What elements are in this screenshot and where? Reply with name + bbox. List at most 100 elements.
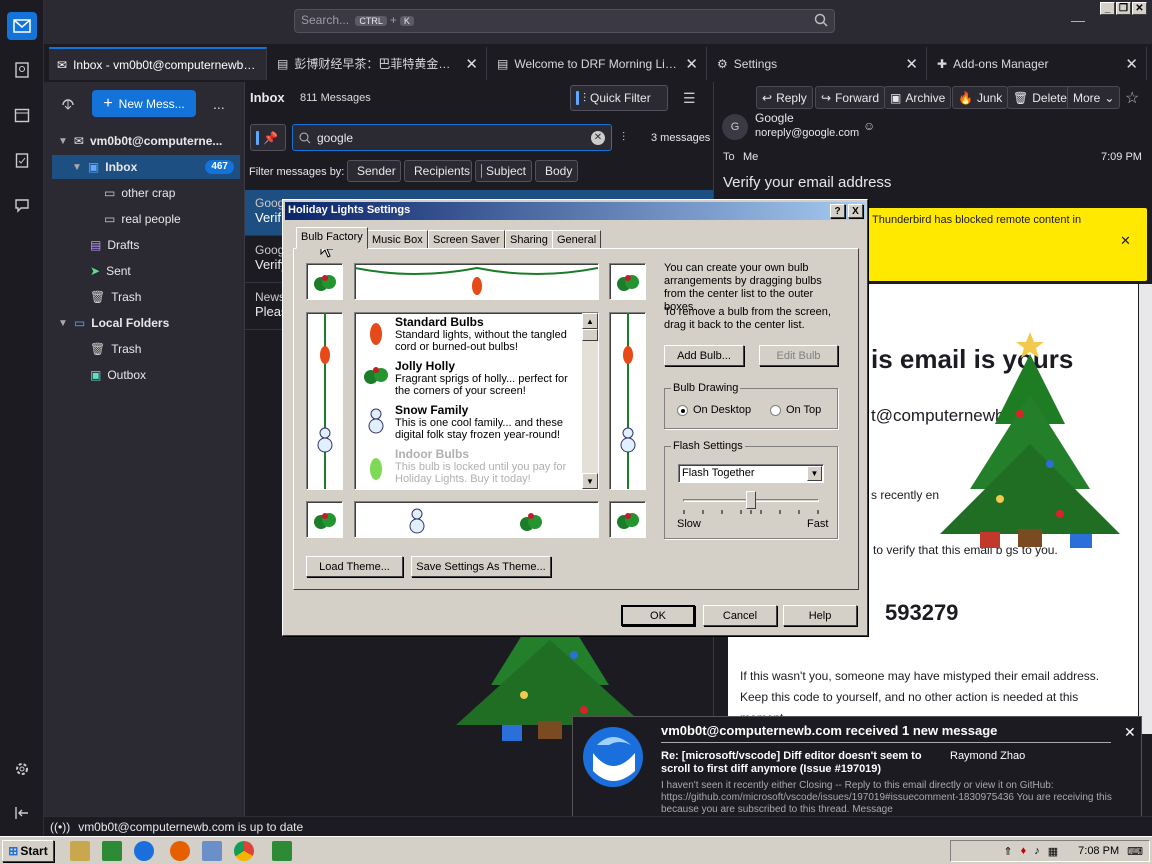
close-notice-icon[interactable]: ✕	[1120, 233, 1131, 249]
add-bulb-button[interactable]: Add Bulb...	[664, 345, 744, 366]
filter-recipients-toggle[interactable]: Recipients	[404, 160, 472, 182]
on-top-radio[interactable]: On Top	[770, 404, 821, 416]
tab-screen-saver[interactable]: Screen Saver	[428, 230, 505, 249]
filter-subject-toggle[interactable]: Subject	[475, 160, 532, 182]
tab-sharing[interactable]: Sharing	[505, 230, 553, 249]
filter-body-toggle[interactable]: Body	[535, 160, 578, 182]
holiday-lights-taskbar-icon[interactable]	[102, 841, 122, 861]
folder-local-trash[interactable]: 🗑 Trash	[52, 337, 240, 361]
local-folders-row[interactable]: ▼ ▭ Local Folders	[52, 311, 240, 335]
contact-icon[interactable]: ☺	[863, 119, 875, 133]
mail-space-icon[interactable]	[7, 12, 37, 40]
quick-filter-search-input[interactable]: google ✕	[292, 124, 612, 151]
folder-outbox[interactable]: ▣ Outbox	[52, 363, 240, 387]
cancel-button[interactable]: Cancel	[703, 605, 777, 626]
on-desktop-radio[interactable]: On Desktop	[677, 404, 751, 416]
close-tab-icon[interactable]: ✕	[905, 55, 918, 73]
corner-box-bottom-left[interactable]	[306, 501, 343, 538]
window-close-button[interactable]: ✕	[1132, 2, 1147, 15]
bulb-list-scrollbar[interactable]: ▲ ▼	[582, 313, 598, 489]
corner-box-bottom-right[interactable]	[609, 501, 646, 538]
ok-button[interactable]: OK	[621, 605, 695, 626]
filter-settings-icon[interactable]: ⫶	[622, 130, 625, 145]
more-menu-button[interactable]: ...	[213, 96, 225, 112]
volume-icon[interactable]: ♪	[1034, 845, 1040, 857]
load-theme-button[interactable]: Load Theme...	[306, 556, 403, 577]
folder-sent[interactable]: ➤ Sent	[52, 259, 240, 283]
collapse-sidebar-icon[interactable]	[9, 800, 35, 826]
top-edge-box[interactable]	[354, 263, 599, 300]
corner-box-top-right[interactable]	[609, 263, 646, 300]
bulb-item[interactable]: Standard Bulbs Standard lights, without t…	[395, 316, 585, 353]
message-scrollbar[interactable]	[1139, 284, 1152, 734]
new-mail-notification[interactable]: vm0b0t@computernewb.com received 1 new m…	[572, 716, 1142, 826]
folder-other-crap[interactable]: ▭ other crap	[52, 181, 240, 205]
tab-general[interactable]: General	[552, 230, 602, 249]
sender-email[interactable]: noreply@google.com	[755, 127, 859, 139]
sender-name[interactable]: Google	[755, 111, 794, 125]
close-tab-icon[interactable]: ✕	[1125, 55, 1138, 73]
star-icon[interactable]: ☆	[1125, 88, 1139, 108]
get-messages-icon[interactable]	[60, 95, 76, 111]
tray-icon[interactable]: ⇑	[1003, 845, 1012, 858]
filter-sender-toggle[interactable]: Sender	[347, 160, 401, 182]
tab-addons[interactable]: ✚ Add-ons Manager ✕	[929, 47, 1147, 80]
flash-mode-select[interactable]: Flash Together ▼	[678, 464, 824, 483]
window-restore-button[interactable]: ❐	[1116, 2, 1131, 15]
quick-filter-button[interactable]: ⫶ Quick Filter	[570, 85, 668, 111]
forward-button[interactable]: ↪ Forward	[815, 86, 886, 109]
tab-message-2[interactable]: ▤ Welcome to DRF Morning Line Newsletter ✕	[489, 47, 707, 80]
bulb-item[interactable]: Snow Family This is one cool family... an…	[395, 404, 585, 441]
firefox-taskbar-icon[interactable]	[170, 841, 190, 861]
tab-inbox[interactable]: ✉ Inbox - vm0b0t@computernewb.com	[49, 47, 267, 80]
folder-trash[interactable]: 🗑 Trash	[52, 285, 240, 309]
bulb-item[interactable]: Jolly Holly Fragrant sprigs of holly... p…	[395, 360, 585, 397]
explorer-taskbar-icon[interactable]	[70, 841, 90, 861]
account-row[interactable]: ▼ ✉ vm0b0t@computerne...	[52, 129, 240, 153]
chrome-taskbar-icon[interactable]	[234, 841, 254, 861]
address-book-icon[interactable]	[9, 57, 35, 83]
scroll-up-icon[interactable]: ▲	[582, 313, 598, 329]
chevron-down-icon[interactable]: ▼	[807, 466, 822, 481]
settings-gear-icon[interactable]	[9, 756, 35, 782]
left-edge-box[interactable]	[306, 312, 343, 490]
clear-search-icon[interactable]: ✕	[591, 130, 605, 145]
keyboard-icon[interactable]: ⌨	[1127, 845, 1143, 858]
app-taskbar-icon[interactable]	[202, 841, 222, 861]
save-theme-button[interactable]: Save Settings As Theme...	[411, 556, 551, 577]
folder-drafts[interactable]: ▤ Drafts	[52, 233, 240, 257]
close-tab-icon[interactable]: ✕	[685, 55, 698, 73]
global-search-input[interactable]: Search... CTRL + K	[294, 9, 835, 33]
help-button[interactable]: Help	[783, 605, 857, 626]
calendar-icon[interactable]	[9, 102, 35, 128]
junk-button[interactable]: 🔥 Junk	[952, 86, 1009, 109]
display-options-icon[interactable]: ☰	[683, 90, 696, 107]
reply-button[interactable]: ↩ Reply	[756, 86, 813, 109]
window-minimize-button[interactable]: _	[1100, 2, 1115, 15]
bulb-list[interactable]: Standard Bulbs Standard lights, without t…	[354, 312, 599, 490]
bottom-edge-box[interactable]	[354, 501, 599, 538]
holiday-lights-window-button[interactable]	[272, 841, 292, 861]
dialog-close-button[interactable]: X	[848, 204, 863, 218]
delete-button[interactable]: 🗑 Delete	[1007, 86, 1073, 109]
close-tab-icon[interactable]: ✕	[465, 55, 478, 73]
sticky-filter-button[interactable]: 📌	[250, 124, 286, 151]
corner-box-top-left[interactable]	[306, 263, 343, 300]
more-button[interactable]: More ⌄	[1067, 86, 1121, 109]
flash-speed-slider[interactable]	[746, 491, 756, 509]
tab-bulb-factory[interactable]: Bulb Factory	[296, 227, 368, 249]
tab-settings[interactable]: ⚙ Settings ✕	[709, 47, 927, 80]
tab-music-box[interactable]: Music Box	[367, 230, 428, 249]
new-message-button[interactable]: + New Mess...	[92, 90, 196, 117]
scroll-thumb[interactable]	[582, 329, 598, 341]
thunderbird-taskbar-icon[interactable]	[134, 841, 154, 861]
minimize-icon[interactable]: —	[1071, 12, 1085, 28]
scroll-down-icon[interactable]: ▼	[582, 473, 598, 489]
network-icon[interactable]: ▦	[1048, 845, 1058, 858]
tasks-icon[interactable]	[9, 147, 35, 173]
close-notification-icon[interactable]: ✕	[1124, 724, 1136, 741]
chat-icon[interactable]	[9, 192, 35, 218]
tray-icon[interactable]: ♦	[1021, 845, 1027, 857]
dialog-help-button[interactable]: ?	[830, 204, 845, 218]
folder-real-people[interactable]: ▭ real people	[52, 207, 240, 231]
